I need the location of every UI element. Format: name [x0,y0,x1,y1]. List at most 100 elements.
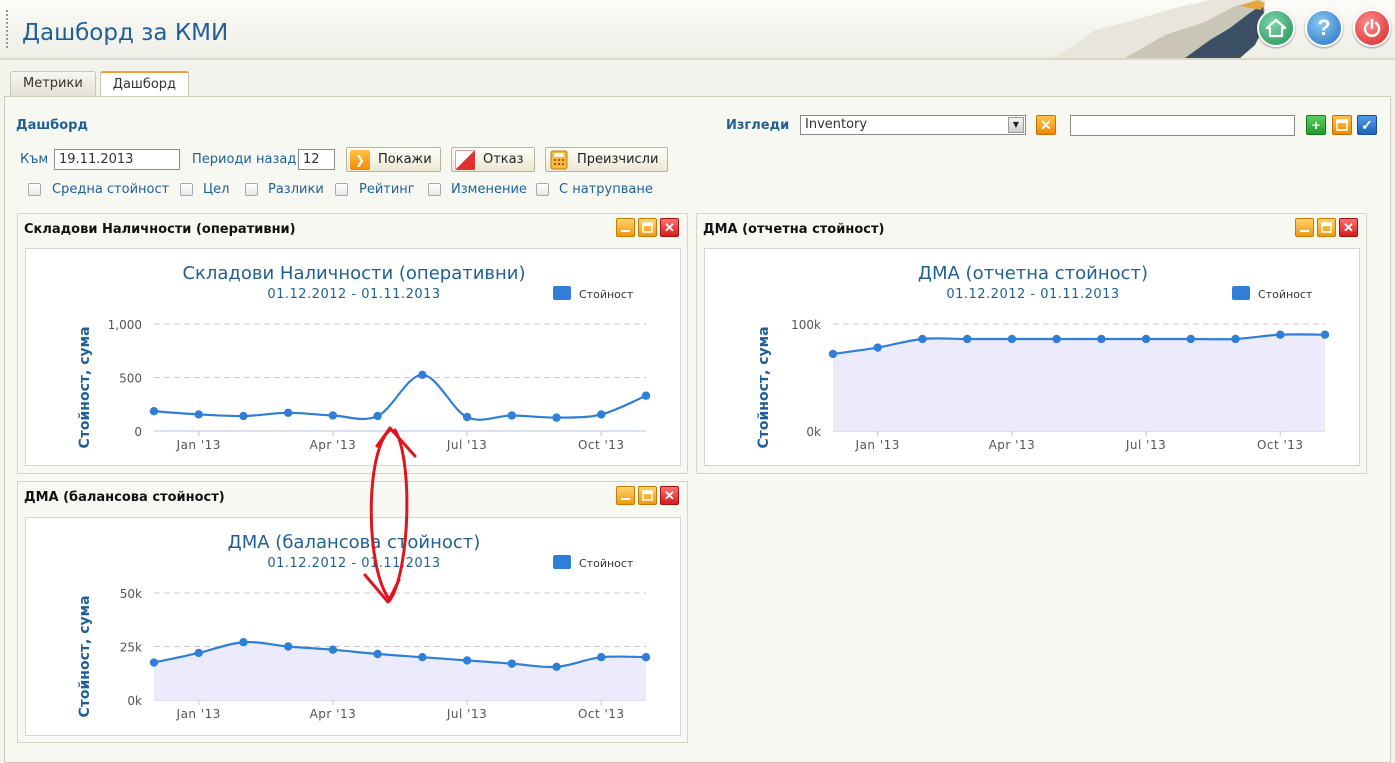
power-icon [1363,18,1381,37]
data-point [373,649,382,659]
maximize-icon [1321,222,1332,233]
checkbox-average[interactable] [28,183,41,196]
y-tick-label: 1,000 [108,318,142,332]
data-point [373,411,382,421]
data-point [552,662,561,672]
data-point [1320,330,1330,339]
y-axis-label: Стойност, сума [77,595,93,717]
checkbox-target[interactable] [180,183,193,196]
app-header: Дашборд за КМИ ? [0,0,1395,60]
y-axis-label: Стойност, сума [77,326,93,448]
view-name-input[interactable] [1070,115,1295,136]
data-point [328,645,338,654]
data-point [149,658,159,667]
chart-container: ДМА (отчетна стойност) 01.12.2012 - 01.11… [704,248,1360,466]
apply-view-button[interactable]: ✓ [1357,115,1377,135]
checkbox-average-label: Средна стойност [52,182,170,197]
periods-input[interactable]: 12 [298,149,335,170]
plus-icon: + [1311,117,1321,133]
data-point [1231,334,1240,344]
minimize-icon [621,230,630,232]
x-tick-label: Jan '13 [176,438,221,452]
y-tick-label: 500 [119,372,142,386]
recalc-button-label: Преизчисли [577,152,659,167]
y-axis-label: Стойност, сума [756,326,772,448]
chart-title: ДМА (балансова стойност) [228,532,481,553]
panel-inventory: Складови Наличности (оперативни) ✕ Склад… [17,213,688,474]
checkbox-differences[interactable] [245,183,258,196]
x-tick-label: Oct '13 [578,438,625,452]
legend-label: Стойност [579,288,634,301]
minimize-button[interactable] [616,218,635,237]
help-button[interactable]: ? [1305,9,1343,47]
checkbox-rating-label: Рейтинг [359,182,415,197]
power-button[interactable] [1353,9,1391,47]
chart-inventory: Складови Наличности (оперативни) 01.12.20… [77,263,651,452]
data-point [597,410,606,419]
chart-assets-balance: ДМА (балансова стойност)01.12.2012 - 01.… [77,532,651,721]
x-tick-label: Oct '13 [1257,438,1304,452]
data-point [418,653,427,662]
chart-title: Складови Наличности (оперативни) [182,263,525,284]
data-point [462,656,472,665]
save-view-button[interactable] [1332,115,1352,135]
data-point [641,391,651,400]
x-tick-label: Jul '13 [446,707,487,721]
to-date-input[interactable]: 19.11.2013 [54,149,180,170]
panel-assets-book: ДМА (отчетна стойност) ✕ ДМА (отчетна ст… [696,213,1367,474]
close-button[interactable]: ✕ [660,218,679,237]
legend-swatch [553,555,571,569]
panel-assets-balance: ДМА (балансова стойност) ✕ ДМА (балансов… [17,481,688,743]
calculator-icon [550,150,568,169]
data-point [828,349,838,359]
data-point [962,334,972,344]
tab-metrics[interactable]: Метрики [10,71,96,97]
legend-label: Стойност [579,557,634,570]
add-view-button[interactable]: + [1306,115,1326,135]
tab-dashboard[interactable]: Дашборд [99,71,190,98]
periods-label: Периоди назад [192,152,297,167]
app-title: Дашборд за КМИ [22,20,229,46]
data-point [239,411,248,421]
data-point [918,334,927,344]
close-button[interactable]: ✕ [660,486,679,505]
data-point [597,653,606,662]
show-button[interactable]: ❯ Покажи [346,147,441,172]
close-button[interactable]: ✕ [1339,218,1358,237]
close-icon: ✕ [664,487,675,503]
cancel-button[interactable]: Отказ [451,147,535,172]
chart-title: ДМА (отчетна стойност) [918,263,1148,284]
data-point [1186,334,1196,344]
maximize-button[interactable] [1317,218,1336,237]
home-button[interactable] [1257,9,1295,47]
checkbox-rating[interactable] [335,183,348,196]
minimize-button[interactable] [616,486,635,505]
series-area [833,334,1325,431]
x-tick-label: Jan '13 [855,438,900,452]
y-tick-label: 25k [120,641,142,655]
views-select[interactable]: Inventory ▼ [800,115,1026,135]
minimize-button[interactable] [1295,218,1314,237]
panel-controls: ✕ [1295,218,1358,237]
cancel-icon [455,149,475,170]
x-tick-label: Apr '13 [989,438,1036,452]
maximize-button[interactable] [638,218,657,237]
chart-container: Складови Наличности (оперативни) 01.12.20… [25,248,681,466]
dropdown-arrow-icon[interactable]: ▼ [1008,117,1024,133]
header-grip [6,10,8,50]
checkbox-cumulative[interactable] [536,183,549,196]
delete-view-button[interactable]: ✕ [1036,115,1056,135]
data-point [507,411,517,420]
x-tick-label: Oct '13 [578,707,625,721]
checkbox-cumulative-label: С натрупване [559,182,653,197]
checkbox-change[interactable] [428,183,441,196]
annotation-double-arrow [363,426,417,604]
data-point [239,638,248,647]
x-tick-label: Jan '13 [176,707,221,721]
x-tick-label: Apr '13 [310,707,357,721]
views-label: Изгледи [726,118,790,133]
minimize-icon [621,498,630,500]
close-icon: ✕ [1343,219,1354,235]
recalc-button[interactable]: Преизчисли [545,147,668,172]
maximize-button[interactable] [638,486,657,505]
